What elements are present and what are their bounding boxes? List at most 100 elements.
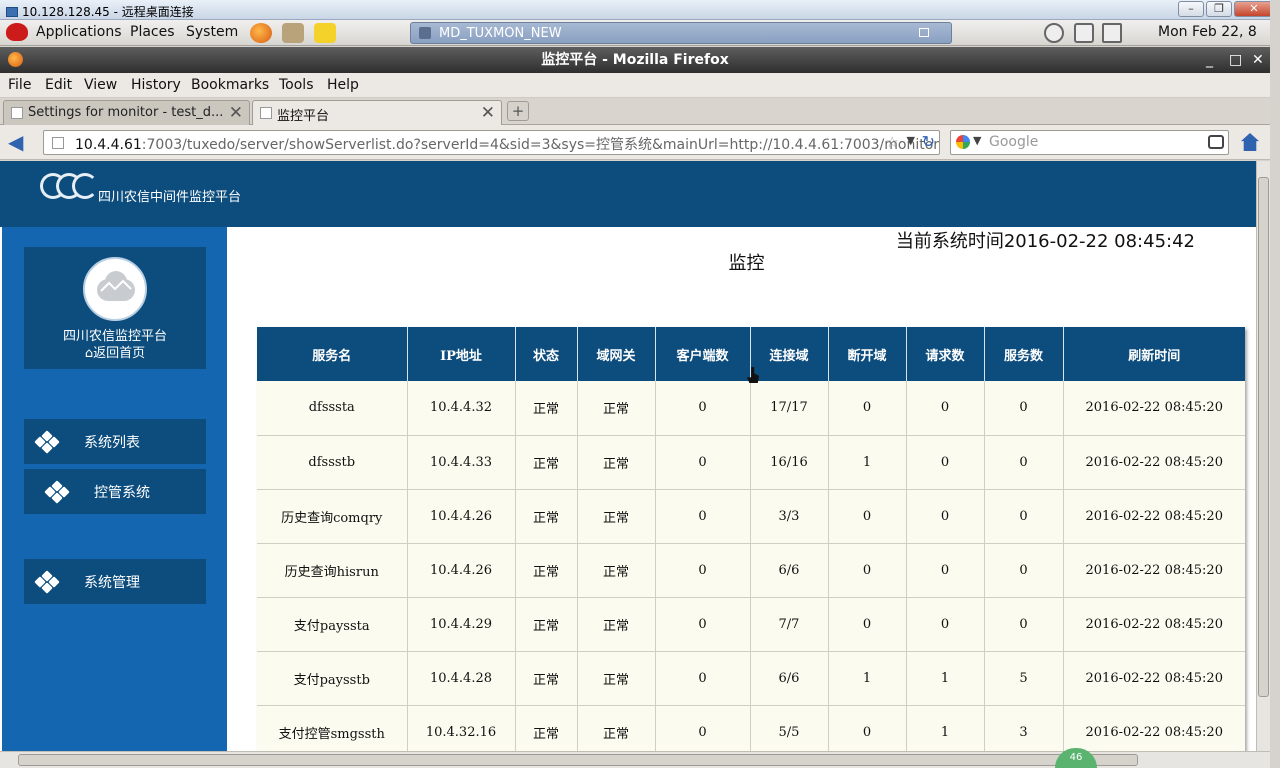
table-cell: 正常	[515, 543, 578, 598]
table-cell: 0	[655, 489, 751, 544]
ff-maximize-button[interactable]: □	[1229, 47, 1242, 73]
menu-tools[interactable]: Tools	[279, 77, 314, 93]
table-cell: dfsssta	[257, 381, 408, 436]
restore-button[interactable]: ❐	[1206, 1, 1232, 17]
column-header: 服务数	[984, 327, 1064, 381]
page-icon	[260, 107, 272, 119]
sidebar-item-label: 系统管理	[84, 575, 140, 591]
close-button[interactable]: ✕	[1234, 1, 1274, 17]
menu-file[interactable]: File	[8, 77, 31, 93]
url-dropdown-icon[interactable]: ▼	[907, 134, 915, 147]
menu-bookmarks[interactable]: Bookmarks	[191, 77, 269, 93]
menu-help[interactable]: Help	[327, 77, 359, 93]
server-table: 服务名 IP地址 状态 域网关 客户端数 连接域 断开域 请求数 服务数 刷新时间 dfsssta…	[257, 327, 1245, 751]
site-identity-icon[interactable]	[52, 137, 64, 149]
table-cell: 正常	[577, 705, 656, 751]
menu-history[interactable]: History	[131, 77, 181, 93]
table-cell: 正常	[577, 543, 656, 598]
table-row[interactable]: dfsssta 10.4.4.32 正常 正常 0 17/17 0 0 0 2016-02-22 …	[257, 381, 1245, 436]
sidebar: 四川农信监控平台 ⌂返回首页 系统列表 控管系统 系统管理	[2, 227, 227, 751]
back-arrow-icon[interactable]: ◀	[8, 131, 34, 153]
table-cell: 正常	[515, 435, 578, 490]
menu-edit[interactable]: Edit	[45, 77, 72, 93]
table-cell: 0	[828, 543, 907, 598]
table-cell: 0	[828, 705, 907, 751]
network-icon[interactable]	[1102, 23, 1122, 43]
menu-bar: File Edit View History Bookmarks Tools H…	[0, 73, 1270, 98]
new-tab-button[interactable]: +	[507, 101, 529, 121]
table-cell: 5/5	[750, 705, 829, 751]
table-cell: 1	[906, 705, 985, 751]
horizontal-scroll-thumb[interactable]	[18, 754, 1138, 766]
redhat-icon[interactable]	[6, 23, 28, 41]
table-row[interactable]: 历史查询hisrun 10.4.4.26 正常 正常 0 6/6 0 0 0 2016-02-22…	[257, 543, 1245, 598]
panel-clock[interactable]: Mon Feb 22, 8	[1158, 24, 1257, 40]
home-icon[interactable]	[1241, 133, 1259, 151]
table-row[interactable]: 历史查询comqry 10.4.4.26 正常 正常 0 3/3 0 0 0 2016-02-22…	[257, 489, 1245, 544]
navigation-bar: ◀ 10.4.4.61:7003/tuxedo/server/showServe…	[0, 125, 1270, 160]
tab-bar: Settings for monitor - test_d... ✕ 监控平台 …	[0, 98, 1270, 126]
table-cell: 10.4.4.29	[407, 597, 516, 652]
column-header: 服务名	[257, 327, 408, 381]
places-menu[interactable]: Places	[130, 24, 175, 40]
url-bar[interactable]: 10.4.4.61:7003/tuxedo/server/showServerl…	[43, 130, 940, 155]
reload-icon[interactable]: ↻	[922, 132, 935, 151]
applications-menu[interactable]: Applications	[36, 24, 122, 40]
table-row[interactable]: 支付paysstb 10.4.4.28 正常 正常 0 6/6 1 1 5 2016-02-22 …	[257, 651, 1245, 706]
terminal-icon	[419, 27, 431, 39]
table-cell: 17/17	[750, 381, 829, 436]
table-row[interactable]: 支付payssta 10.4.4.29 正常 正常 0 7/7 0 0 0 2016-02-22 …	[257, 597, 1245, 652]
firefox-icon	[8, 52, 23, 67]
vertical-scrollbar[interactable]	[1256, 161, 1270, 751]
menu-view[interactable]: View	[84, 77, 117, 93]
clock-applet-icon[interactable]	[1044, 23, 1064, 43]
table-cell: 2016-02-22 08:45:20	[1063, 435, 1245, 490]
minimize-button[interactable]: –	[1178, 1, 1204, 17]
table-body: dfsssta 10.4.4.32 正常 正常 0 17/17 0 0 0 2016-02-22 …	[257, 381, 1245, 751]
table-cell: 0	[984, 597, 1064, 652]
taskbar-window-button[interactable]: MD_TUXMON_NEW	[410, 22, 952, 44]
column-header: IP地址	[407, 327, 516, 381]
sidebar-item-system-list[interactable]: 系统列表	[24, 419, 206, 464]
table-cell: 0	[984, 435, 1064, 490]
mail-launcher-icon[interactable]	[282, 23, 304, 43]
table-cell: 0	[906, 489, 985, 544]
table-cell: 0	[984, 543, 1064, 598]
tab-close-icon[interactable]: ✕	[481, 103, 495, 123]
firefox-launcher-icon[interactable]	[250, 23, 272, 43]
table-cell: 3	[984, 705, 1064, 751]
volume-icon[interactable]	[1074, 23, 1094, 43]
tab-settings[interactable]: Settings for monitor - test_d... ✕	[3, 100, 250, 125]
sidebar-item-control-system[interactable]: 控管系统	[24, 469, 206, 514]
table-cell: 正常	[515, 597, 578, 652]
system-menu[interactable]: System	[186, 24, 238, 40]
table-row[interactable]: dfssstb 10.4.4.33 正常 正常 0 16/16 1 0 0 2016-02-22 …	[257, 435, 1245, 490]
table-cell: 10.4.4.26	[407, 489, 516, 544]
vertical-scroll-thumb[interactable]	[1258, 177, 1269, 697]
table-cell: 正常	[515, 381, 578, 436]
home-link-label: 返回首页	[93, 346, 146, 361]
table-cell: 10.4.4.26	[407, 543, 516, 598]
search-input[interactable]: ▼ Google	[950, 130, 1229, 155]
binoculars-icon[interactable]	[1208, 135, 1224, 149]
sidebar-item-system-management[interactable]: 系统管理	[24, 559, 206, 604]
search-engine-dropdown-icon[interactable]: ▼	[973, 134, 981, 147]
firefox-titlebar: 监控平台 - Mozilla Firefox _ □ ✕	[0, 47, 1270, 73]
bookmark-star-icon[interactable]: ☆	[886, 133, 899, 151]
ff-minimize-button[interactable]: _	[1206, 47, 1213, 73]
table-cell: 10.4.32.16	[407, 705, 516, 751]
logo-icon	[40, 171, 98, 201]
table-cell: 0	[906, 597, 985, 652]
remote-desktop-icon	[6, 6, 18, 17]
table-cell: 支付payssta	[257, 597, 408, 652]
google-icon[interactable]	[956, 135, 970, 149]
ff-close-button[interactable]: ✕	[1252, 47, 1264, 73]
table-row[interactable]: 支付控管smgssth 10.4.32.16 正常 正常 0 5/5 0 1 3 2016-02-…	[257, 705, 1245, 751]
profile-card: 四川农信监控平台 ⌂返回首页	[24, 247, 206, 369]
home-link[interactable]: ⌂返回首页	[24, 342, 206, 361]
remote-desktop-titlebar: 10.128.128.45 - 远程桌面连接 – ❐ ✕	[0, 0, 1280, 20]
taskbar-window-label: MD_TUXMON_NEW	[439, 26, 562, 41]
tab-close-icon[interactable]: ✕	[229, 103, 243, 123]
notes-launcher-icon[interactable]	[314, 23, 336, 43]
tab-monitor[interactable]: 监控平台 ✕	[252, 100, 502, 126]
